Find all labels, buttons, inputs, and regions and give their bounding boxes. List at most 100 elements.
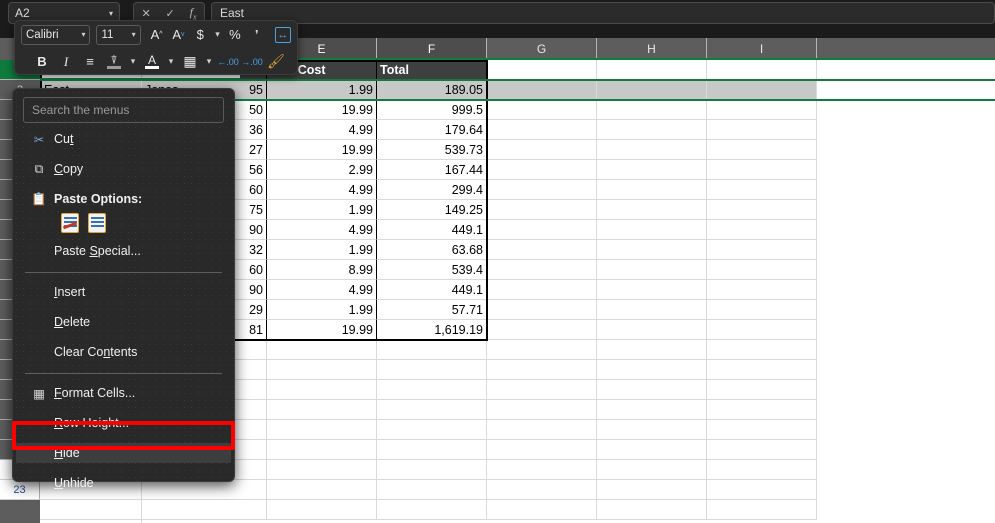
menu-item-paste-options[interactable]: 📋 Paste Options: [16,189,231,209]
cell-empty[interactable] [487,340,597,360]
cell-g[interactable] [487,120,597,140]
cell-g[interactable] [487,260,597,280]
cell-empty[interactable] [707,440,817,460]
cell-context-menu[interactable]: Search the menus ✂ Cut ⧉ Copy 📋 Paste Options… [12,88,235,490]
confirm-icon[interactable]: ✓ [166,7,175,20]
cell-unit-cost[interactable]: 1.99 [267,300,377,320]
percent-style-icon[interactable]: % [225,24,245,46]
cell-total[interactable]: 999.5 [377,100,487,120]
cell-empty[interactable] [597,500,707,520]
cell-h[interactable] [597,160,707,180]
cell-empty[interactable] [597,420,707,440]
cell-g[interactable] [487,160,597,180]
fill-color-icon[interactable]: ⍒ [103,51,125,73]
cell-empty[interactable] [487,380,597,400]
cell-g[interactable] [487,80,597,100]
cell-total[interactable]: 299.4 [377,180,487,200]
cell-empty[interactable] [377,500,487,520]
cell-empty[interactable] [707,500,817,520]
menu-item-hide[interactable]: Hide [16,443,231,463]
cell-i[interactable] [707,280,817,300]
align-icon[interactable]: ≡ [79,51,101,73]
cell-empty[interactable] [267,420,377,440]
chevron-down-icon[interactable]: ▾ [81,30,85,39]
cell-empty[interactable] [267,460,377,480]
cell-unit-cost[interactable]: 2.99 [267,160,377,180]
cell-empty[interactable] [267,380,377,400]
cell-g[interactable] [487,280,597,300]
cell-total[interactable]: 539.73 [377,140,487,160]
cell-unit-cost[interactable]: 4.99 [267,280,377,300]
decrease-decimal-icon[interactable]: ←.00 [217,51,239,73]
cell-g[interactable] [487,140,597,160]
column-header-f[interactable]: F [377,38,487,60]
column-title-i[interactable] [707,60,817,80]
cell-empty[interactable] [597,480,707,500]
borders-icon[interactable]: ▦ [179,51,201,73]
cell-g[interactable] [487,300,597,320]
menu-item-row-height[interactable]: Row Height... [16,413,231,433]
cell-h[interactable] [597,100,707,120]
cell-i[interactable] [707,140,817,160]
cell-h[interactable] [597,240,707,260]
cell-h[interactable] [597,80,707,100]
cell-empty[interactable] [707,400,817,420]
cell-empty[interactable] [267,440,377,460]
cell-empty[interactable] [487,460,597,480]
cell-empty[interactable] [707,360,817,380]
cell-total[interactable]: 449.1 [377,280,487,300]
increase-decimal-icon[interactable]: →.00 [241,51,263,73]
cell-empty[interactable] [267,360,377,380]
cancel-icon[interactable]: ✕ [141,7,150,20]
column-header-i[interactable]: I [707,38,817,60]
cell-empty[interactable] [487,360,597,380]
chevron-down-icon[interactable]: ▾ [127,51,139,73]
cell-h[interactable] [597,320,707,340]
column-title-f[interactable]: Total [377,60,487,80]
cell-empty[interactable] [377,460,487,480]
cell-total[interactable]: 167.44 [377,160,487,180]
cell-unit-cost[interactable]: 1.99 [267,240,377,260]
font-size-combo[interactable]: 11 ▾ [96,24,141,45]
cell-empty[interactable] [487,420,597,440]
paste-values-icon[interactable] [88,213,106,233]
wrap-text-icon[interactable]: ↔ [274,26,291,43]
cell-unit-cost[interactable]: 4.99 [267,220,377,240]
column-title-h[interactable] [597,60,707,80]
cell-i[interactable] [707,180,817,200]
cell-i[interactable] [707,320,817,340]
chevron-down-icon[interactable]: ▾ [203,51,215,73]
cell-empty[interactable] [597,460,707,480]
cell-g[interactable] [487,240,597,260]
cell-total[interactable]: 149.25 [377,200,487,220]
column-header-h[interactable]: H [597,38,707,60]
cell-empty[interactable] [487,480,597,500]
formula-bar[interactable]: East [211,2,995,24]
cell-empty[interactable] [597,440,707,460]
cell-i[interactable] [707,240,817,260]
cell-total[interactable]: 179.64 [377,120,487,140]
cell-empty[interactable] [597,380,707,400]
menu-item-copy[interactable]: ⧉ Copy [16,159,231,179]
menu-item-cut[interactable]: ✂ Cut [16,129,231,149]
grow-font-icon[interactable]: A ^ [147,24,167,46]
cell-h[interactable] [597,260,707,280]
cell-g[interactable] [487,320,597,340]
cell-g[interactable] [487,220,597,240]
cell-h[interactable] [597,220,707,240]
insert-function-icon[interactable]: fx [190,5,197,21]
cell-g[interactable] [487,100,597,120]
cell-empty[interactable] [267,400,377,420]
menu-item-unhide[interactable]: Unhide [16,473,231,493]
format-painter-icon[interactable]: 🖌 [265,51,287,73]
cell-g[interactable] [487,180,597,200]
select-all-corner[interactable] [0,38,10,60]
cell-empty[interactable] [707,340,817,360]
font-color-icon[interactable]: A [141,51,163,73]
cell-empty[interactable] [707,380,817,400]
font-name-combo[interactable]: Calibri ▾ [21,24,91,45]
comma-style-icon[interactable]: ’ [247,24,267,46]
mini-format-toolbar[interactable]: Calibri ▾ 11 ▾ A ^ Av $ ▾ % ’ ↔ B I ≡ ⍒ ▾ [14,20,298,75]
chevron-down-icon[interactable]: ▾ [212,24,223,46]
cell-empty[interactable] [487,440,597,460]
